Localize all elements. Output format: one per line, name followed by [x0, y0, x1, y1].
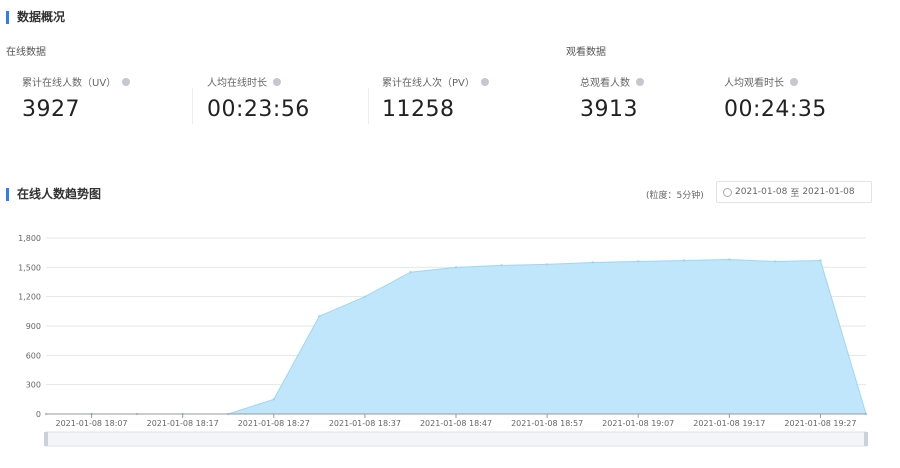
stat-avg-online-time: 人均在线时长 00:23:56 — [207, 74, 310, 122]
y-tick-label: 300 — [26, 381, 41, 390]
stat-value: 3913 — [580, 97, 638, 122]
data-point — [363, 295, 367, 298]
date-range-end: 2021-01-08 — [802, 187, 855, 197]
stat-label: 人均观看时长 — [724, 78, 784, 89]
info-icon[interactable] — [636, 77, 644, 86]
data-point — [637, 260, 640, 263]
interval-label: (粒度：5分钟) — [646, 191, 704, 201]
stat-label: 累计在线人数（UV） — [22, 78, 117, 89]
zoom-slider[interactable] — [45, 431, 867, 447]
y-tick-label: 600 — [26, 351, 41, 360]
data-point — [591, 261, 594, 264]
y-tick-label: 1,500 — [18, 263, 41, 272]
y-tick-label: 1,200 — [18, 293, 41, 302]
x-tick-label: 2021-01-08 18:47 — [420, 419, 492, 428]
x-tick-label: 2021-01-08 18:17 — [147, 419, 219, 428]
info-icon[interactable] — [122, 77, 131, 86]
stat-label: 人均在线时长 — [207, 78, 267, 89]
x-tick-label: 2021-01-08 19:27 — [784, 419, 856, 428]
stat-label: 累计在线人次（PV） — [382, 78, 475, 89]
y-tick-label: 1,800 — [18, 234, 41, 243]
stat-cumulative-pv: 累计在线人次（PV） 11258 — [382, 74, 489, 122]
x-tick-label: 2021-01-08 19:07 — [602, 419, 674, 428]
stat-value: 00:24:35 — [724, 97, 827, 122]
data-point — [500, 264, 503, 267]
data-point — [773, 260, 777, 263]
online-data-label: 在线数据 — [6, 47, 46, 58]
y-tick-label: 900 — [26, 322, 41, 331]
online-trend-chart: 0 300 600 900 1,200 1,500 1,800 2021-01-08 18:0… — [18, 234, 868, 447]
info-icon[interactable] — [480, 77, 489, 86]
stat-label: 总观看人数 — [580, 78, 630, 89]
zoom-handle-left[interactable] — [44, 432, 48, 446]
trend-title: 在线人数趋势图 — [6, 188, 101, 201]
stat-total-viewers: 总观看人数 3913 — [580, 74, 644, 122]
x-tick-label: 2021-01-08 18:07 — [56, 419, 128, 428]
info-icon[interactable] — [273, 77, 281, 86]
data-point — [454, 266, 458, 269]
stat-cumulative-uv: 累计在线人数（UV） 3927 — [22, 74, 131, 122]
data-point — [409, 271, 412, 274]
x-tick-label: 2021-01-08 18:37 — [329, 419, 401, 428]
calendar-icon — [723, 187, 732, 197]
date-range-start: 2021-01-08 — [735, 187, 788, 197]
zoom-handle-right[interactable] — [864, 432, 868, 446]
data-point — [272, 398, 275, 401]
y-tick-label: 0 — [36, 410, 41, 419]
data-point — [819, 259, 822, 262]
stat-value: 3927 — [22, 97, 80, 122]
divider — [192, 88, 193, 124]
stat-value: 11258 — [382, 97, 455, 122]
data-point — [682, 259, 685, 262]
data-point — [728, 258, 731, 261]
x-tick-label: 2021-01-08 18:57 — [511, 419, 583, 428]
stat-value: 00:23:56 — [207, 97, 310, 122]
x-tick-label: 2021-01-08 19:17 — [693, 419, 765, 428]
data-point — [318, 315, 321, 318]
divider — [368, 88, 369, 124]
overview-title: 数据概况 — [6, 11, 65, 24]
date-range-separator: 至 — [790, 188, 800, 199]
area-series — [46, 259, 867, 415]
date-range-picker[interactable]: 2021-01-08 至 2021-01-08 — [716, 181, 872, 203]
data-point — [545, 263, 549, 266]
info-icon[interactable] — [790, 77, 798, 86]
stat-avg-watch-time: 人均观看时长 00:24:35 — [724, 74, 827, 122]
x-tick-label: 2021-01-08 18:27 — [238, 419, 310, 428]
watch-data-label: 观看数据 — [566, 47, 606, 58]
